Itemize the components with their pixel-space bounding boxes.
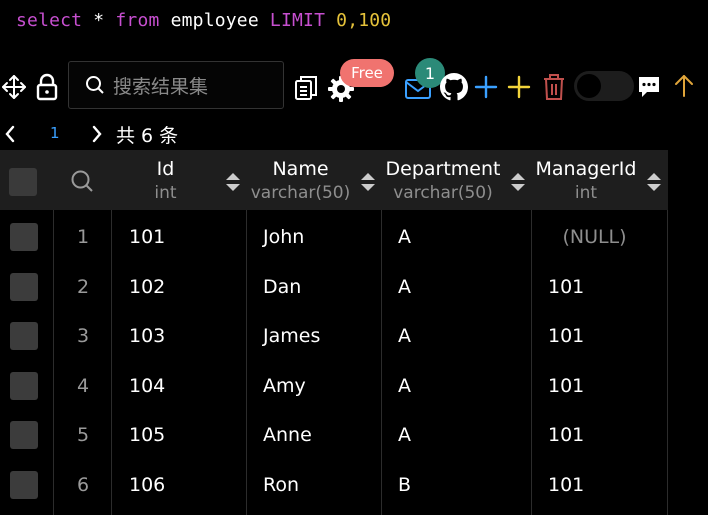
column-name: Id (156, 158, 175, 180)
table-row[interactable]: 1 101 John A (NULL) (0, 212, 668, 262)
cell-id[interactable]: 104 (129, 361, 239, 411)
comment-icon[interactable] (636, 74, 662, 100)
cell-name[interactable]: Ron (263, 460, 373, 510)
column-header-department[interactable]: Department varchar(50) (382, 150, 532, 210)
search-icon (86, 76, 104, 94)
cell-managerid-null[interactable]: (NULL) (532, 212, 657, 262)
column-header-managerid[interactable]: ManagerId int (532, 150, 668, 210)
row-search-header[interactable] (54, 150, 112, 210)
cell-managerid[interactable]: 101 (548, 361, 658, 411)
next-page-icon[interactable] (91, 125, 103, 143)
cell-name[interactable]: Amy (263, 361, 373, 411)
column-header-name[interactable]: Name varchar(50) (247, 150, 382, 210)
cell-managerid[interactable]: 101 (548, 410, 658, 460)
cell-id[interactable]: 102 (129, 262, 239, 312)
row-number: 2 (76, 276, 90, 298)
github-icon[interactable] (439, 72, 469, 102)
sql-limit-value: 0,100 (336, 10, 392, 31)
current-page[interactable]: 1 (50, 124, 60, 142)
free-badge: Free (340, 59, 394, 87)
row-number: 6 (76, 474, 90, 496)
sql-query[interactable]: select * from employee LIMIT 0,100 (16, 10, 391, 31)
sort-icon[interactable] (646, 171, 662, 193)
select-all-checkbox[interactable] (9, 168, 37, 196)
row-number: 5 (76, 424, 90, 446)
sort-icon[interactable] (510, 171, 526, 193)
table-row[interactable]: 6 106 Ron B 101 (0, 460, 668, 510)
sql-table-name: employee (170, 10, 259, 31)
add-column-icon[interactable] (506, 74, 532, 100)
arrow-up-icon[interactable] (672, 72, 696, 100)
sql-from-keyword: from (115, 10, 160, 31)
trash-icon[interactable] (541, 72, 567, 102)
row-number: 4 (76, 375, 90, 397)
cell-id[interactable]: 106 (129, 460, 239, 510)
move-icon[interactable] (0, 72, 28, 102)
row-checkbox[interactable] (10, 322, 38, 350)
prev-page-icon[interactable] (4, 125, 16, 143)
sql-select-keyword: select (16, 10, 83, 31)
row-checkbox[interactable] (10, 223, 38, 251)
pager: 1 共 6 条 (0, 120, 300, 148)
column-header-id[interactable]: Id int (112, 150, 247, 210)
cell-department[interactable]: A (398, 262, 518, 312)
result-search-field[interactable]: 搜索结果集 (68, 61, 284, 109)
cell-name[interactable]: Dan (263, 262, 373, 312)
copy-icon[interactable] (292, 73, 320, 103)
column-name: Name (272, 158, 329, 180)
row-checkbox[interactable] (10, 421, 38, 449)
sql-limit-keyword: LIMIT (269, 10, 326, 31)
sort-icon[interactable] (360, 171, 376, 193)
table-row[interactable]: 5 105 Anne A 101 (0, 410, 668, 460)
cell-id[interactable]: 105 (129, 410, 239, 460)
cell-name[interactable]: James (263, 311, 373, 361)
search-icon[interactable] (70, 169, 94, 193)
cell-id[interactable]: 103 (129, 311, 239, 361)
table-header: Id int Name varchar(50) Department varch… (0, 150, 668, 210)
select-all-header (0, 150, 54, 210)
cell-department[interactable]: A (398, 311, 518, 361)
row-number: 1 (76, 226, 90, 248)
cell-name[interactable]: Anne (263, 410, 373, 460)
column-type: varchar(50) (393, 183, 493, 203)
cell-department[interactable]: A (398, 410, 518, 460)
table-row[interactable]: 3 103 James A 101 (0, 311, 668, 361)
cell-department[interactable]: B (398, 460, 518, 510)
cell-name[interactable]: John (263, 212, 373, 262)
row-checkbox[interactable] (10, 471, 38, 499)
cell-managerid[interactable]: 101 (548, 311, 658, 361)
dark-mode-toggle[interactable] (574, 71, 634, 101)
toggle-knob (577, 74, 601, 98)
column-type: int (154, 183, 177, 203)
cell-managerid[interactable]: 101 (548, 262, 658, 312)
search-placeholder: 搜索结果集 (113, 75, 209, 98)
sort-icon[interactable] (225, 171, 241, 193)
table-row[interactable]: 4 104 Amy A 101 (0, 361, 668, 411)
column-name: ManagerId (535, 158, 637, 180)
sql-star: * (93, 10, 105, 31)
lock-icon[interactable] (34, 72, 60, 102)
cell-department[interactable]: A (398, 361, 518, 411)
cell-department[interactable]: A (398, 212, 518, 262)
column-name: Department (385, 158, 501, 180)
row-number: 3 (76, 325, 90, 347)
add-row-icon[interactable] (473, 74, 499, 100)
row-checkbox[interactable] (10, 372, 38, 400)
total-count: 共 6 条 (116, 125, 179, 147)
column-type: varchar(50) (250, 183, 351, 203)
cell-id[interactable]: 101 (129, 212, 239, 262)
row-checkbox[interactable] (10, 273, 38, 301)
cell-managerid[interactable]: 101 (548, 460, 658, 510)
table-row[interactable]: 2 102 Dan A 101 (0, 262, 668, 312)
column-type: int (574, 183, 598, 203)
